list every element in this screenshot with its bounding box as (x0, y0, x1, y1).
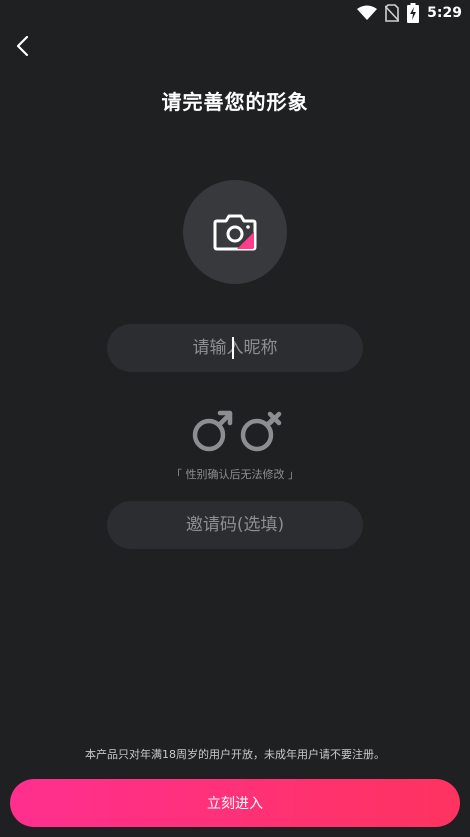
status-icons: 5:29 (357, 3, 462, 23)
wifi-icon (357, 5, 378, 20)
age-notice: 本产品只对年满18周岁的用户开放，未成年用户请不要注册。 (85, 748, 385, 761)
male-symbol-icon[interactable] (190, 408, 234, 454)
status-bar: 5:29 (0, 0, 470, 26)
status-time: 5:29 (427, 5, 462, 21)
female-symbol-icon[interactable] (238, 408, 282, 454)
camera-icon (213, 214, 257, 251)
chevron-left-icon (16, 35, 29, 57)
back-button[interactable] (12, 34, 36, 58)
invite-code-input[interactable] (107, 501, 363, 549)
no-sim-icon (385, 4, 400, 22)
battery-charging-icon (407, 3, 420, 23)
enter-button[interactable]: 立刻进入 (10, 779, 460, 827)
gender-note: 「 性别确认后无法修改 」 (171, 468, 299, 481)
page-title: 请完善您的形象 (161, 90, 309, 114)
gender-selector (190, 408, 282, 456)
nickname-input[interactable] (107, 324, 363, 372)
avatar-upload-button[interactable] (183, 180, 287, 284)
